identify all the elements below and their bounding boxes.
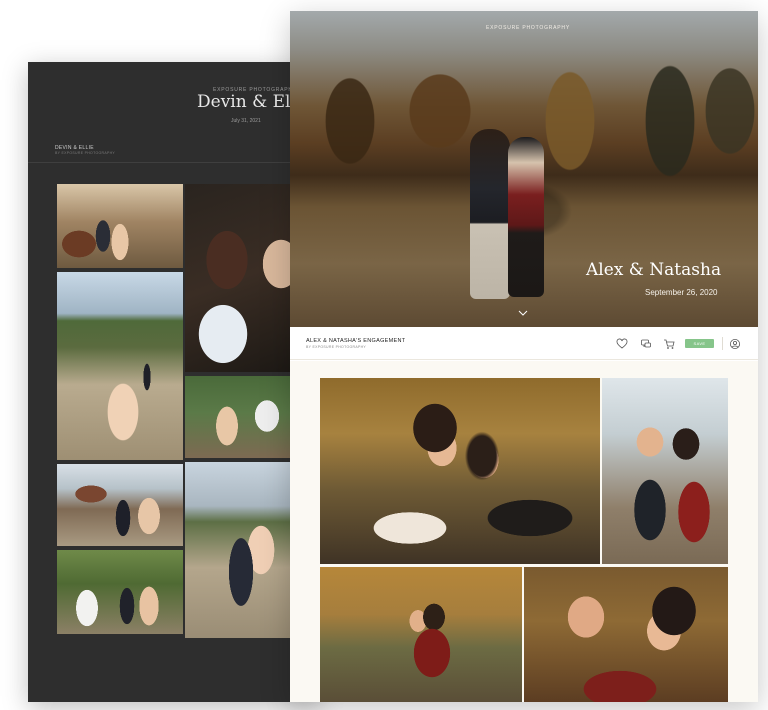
dark-gallery-date: July 31, 2021 (231, 118, 261, 124)
chevron-down-icon[interactable] (518, 309, 528, 317)
gallery-name: ALEX & NATASHA'S ENGAGEMENT (306, 338, 406, 344)
hero-person-woman (508, 137, 544, 297)
gallery-photo[interactable] (185, 462, 295, 638)
hero-date: September 26, 2020 (645, 288, 718, 297)
heart-icon[interactable] (616, 338, 628, 350)
hero-brand: EXPOSURE PHOTOGRAPHY (486, 25, 570, 31)
hero-cover-photo: EXPOSURE PHOTOGRAPHY Alex & Natasha Sept… (290, 11, 758, 327)
gallery-photo[interactable] (185, 184, 295, 372)
gallery-photo[interactable] (57, 550, 183, 634)
gallery-photo[interactable] (320, 567, 522, 702)
gallery-photo[interactable] (57, 272, 183, 460)
user-icon[interactable] (729, 338, 741, 350)
dark-gallery-nav-subtitle: BY EXPOSURE PHOTOGRAPHY (55, 151, 116, 155)
gallery-photo[interactable] (602, 378, 728, 564)
toolbar-divider (722, 337, 723, 350)
gallery-photo[interactable] (320, 378, 600, 564)
dark-gallery-window: EXPOSURE PHOTOGRAPHY Devin & Ellie July … (28, 62, 318, 702)
hero-person-man (470, 129, 510, 299)
chat-icon[interactable] (640, 338, 652, 350)
gallery-photo[interactable] (57, 184, 183, 268)
save-button[interactable]: SAVE (685, 339, 714, 348)
gallery-toolbar: ALEX & NATASHA'S ENGAGEMENT BY EXPOSURE … (290, 327, 758, 360)
gallery-byline: BY EXPOSURE PHOTOGRAPHY (306, 345, 367, 349)
light-gallery-window: EXPOSURE PHOTOGRAPHY Alex & Natasha Sept… (290, 11, 758, 702)
cart-icon[interactable] (663, 338, 675, 350)
gallery-photo[interactable] (57, 464, 183, 546)
gallery-photo[interactable] (524, 567, 728, 702)
gallery-photo[interactable] (185, 376, 295, 458)
dark-gallery-divider (28, 162, 318, 163)
photo-grid (290, 361, 758, 702)
hero-title: Alex & Natasha (586, 260, 722, 280)
